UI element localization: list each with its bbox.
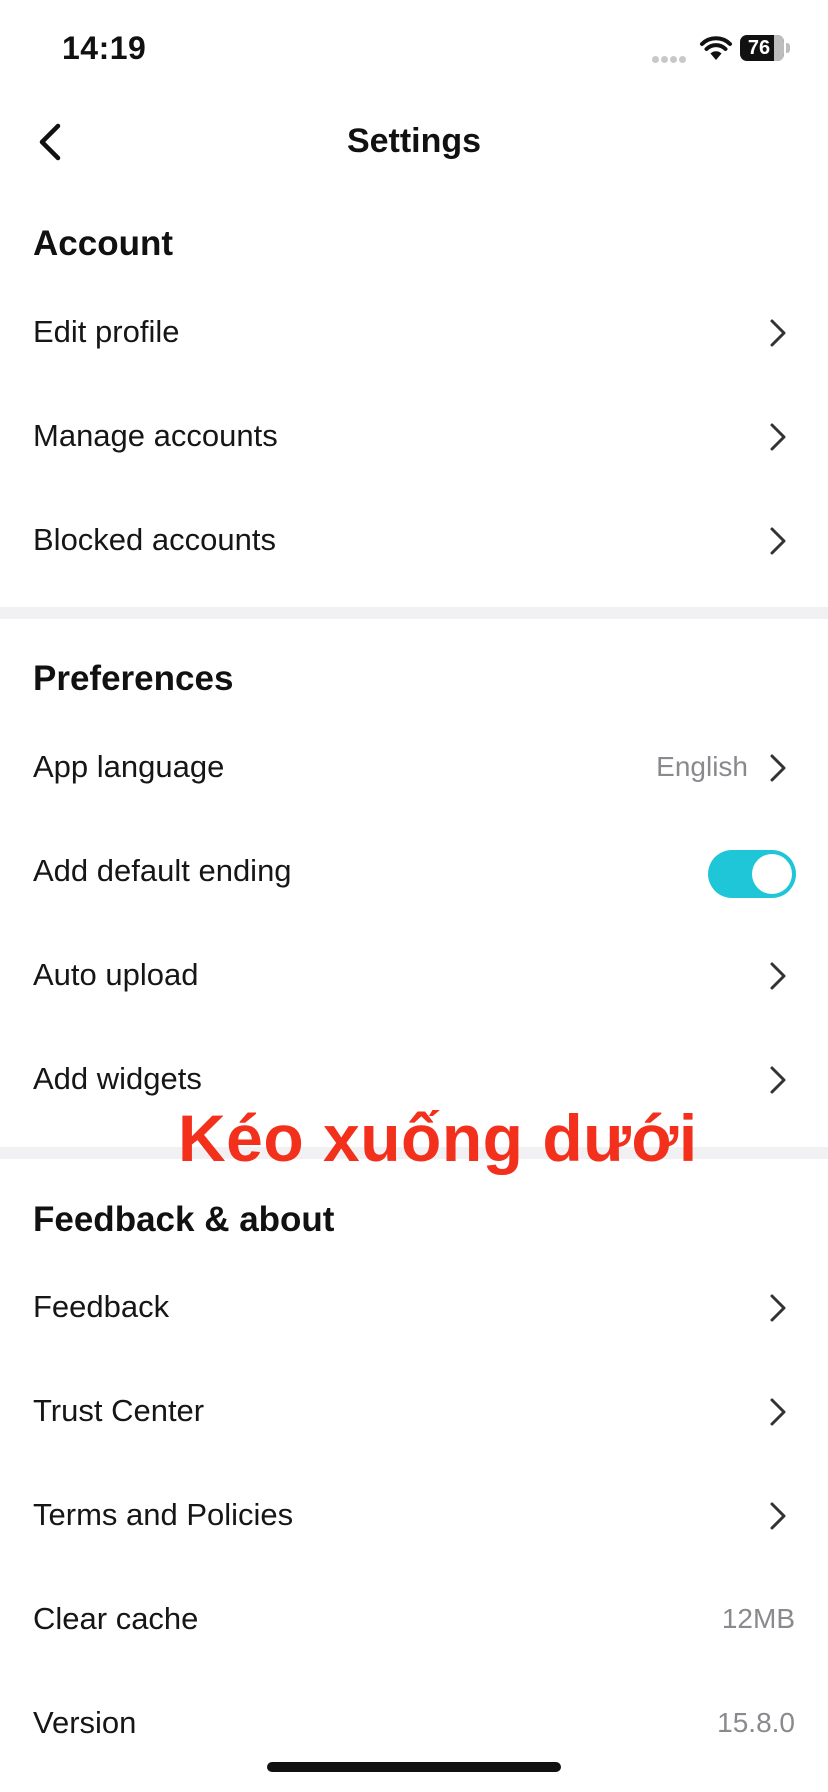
- home-indicator: [267, 1762, 561, 1772]
- wifi-icon: [699, 34, 733, 62]
- section-title-preferences: Preferences: [33, 659, 234, 698]
- battery-level: 76: [747, 37, 771, 59]
- section-title-account: Account: [33, 224, 173, 263]
- app-language-row[interactable]: App language English: [0, 715, 828, 819]
- overlay-caption: Kéo xuống dưới: [178, 1101, 698, 1175]
- section-divider: [0, 607, 828, 619]
- auto-upload-row[interactable]: Auto upload: [0, 923, 828, 1027]
- row-label: Trust Center: [33, 1393, 205, 1428]
- row-label: Feedback: [33, 1289, 170, 1324]
- chevron-right-icon: [770, 1294, 786, 1322]
- navigation-header: Settings: [0, 100, 828, 182]
- status-time: 14:19: [62, 30, 147, 66]
- app-language-value: English: [656, 751, 748, 782]
- chevron-right-icon: [770, 1066, 786, 1094]
- status-bar: 14:19 76: [0, 0, 828, 100]
- manage-accounts-row[interactable]: Manage accounts: [0, 384, 828, 488]
- row-label: Add default ending: [33, 853, 292, 888]
- row-label: Blocked accounts: [33, 522, 276, 557]
- cache-size-value: 12MB: [721, 1603, 795, 1634]
- edit-profile-row[interactable]: Edit profile: [0, 280, 828, 384]
- row-label: Auto upload: [33, 957, 199, 992]
- row-label: Version: [33, 1705, 137, 1740]
- row-label: App language: [33, 749, 225, 784]
- row-label: Manage accounts: [33, 418, 278, 453]
- terms-and-policies-row[interactable]: Terms and Policies: [0, 1463, 828, 1567]
- toggle-knob: [752, 854, 792, 894]
- page-title: Settings: [346, 122, 482, 160]
- version-row: Version 15.8.0: [0, 1671, 828, 1775]
- blocked-accounts-row[interactable]: Blocked accounts: [0, 488, 828, 592]
- feedback-row[interactable]: Feedback: [0, 1255, 828, 1359]
- chevron-right-icon: [770, 423, 786, 451]
- trust-center-row[interactable]: Trust Center: [0, 1359, 828, 1463]
- chevron-right-icon: [770, 1398, 786, 1426]
- row-label: Clear cache: [33, 1601, 199, 1636]
- row-label: Add widgets: [33, 1061, 202, 1096]
- chevron-right-icon: [770, 754, 786, 782]
- battery-icon: 76: [740, 35, 790, 61]
- row-label: Terms and Policies: [33, 1497, 294, 1532]
- clear-cache-row[interactable]: Clear cache 12MB: [0, 1567, 828, 1671]
- row-label: Edit profile: [33, 314, 180, 349]
- chevron-right-icon: [770, 962, 786, 990]
- version-value: 15.8.0: [717, 1707, 795, 1738]
- cellular-signal-icon: [652, 50, 690, 63]
- chevron-right-icon: [770, 319, 786, 347]
- chevron-right-icon: [770, 527, 786, 555]
- add-default-ending-row: Add default ending: [0, 819, 828, 923]
- chevron-right-icon: [770, 1502, 786, 1530]
- section-title-feedback-about: Feedback & about: [33, 1200, 335, 1239]
- add-default-ending-toggle[interactable]: [708, 850, 796, 898]
